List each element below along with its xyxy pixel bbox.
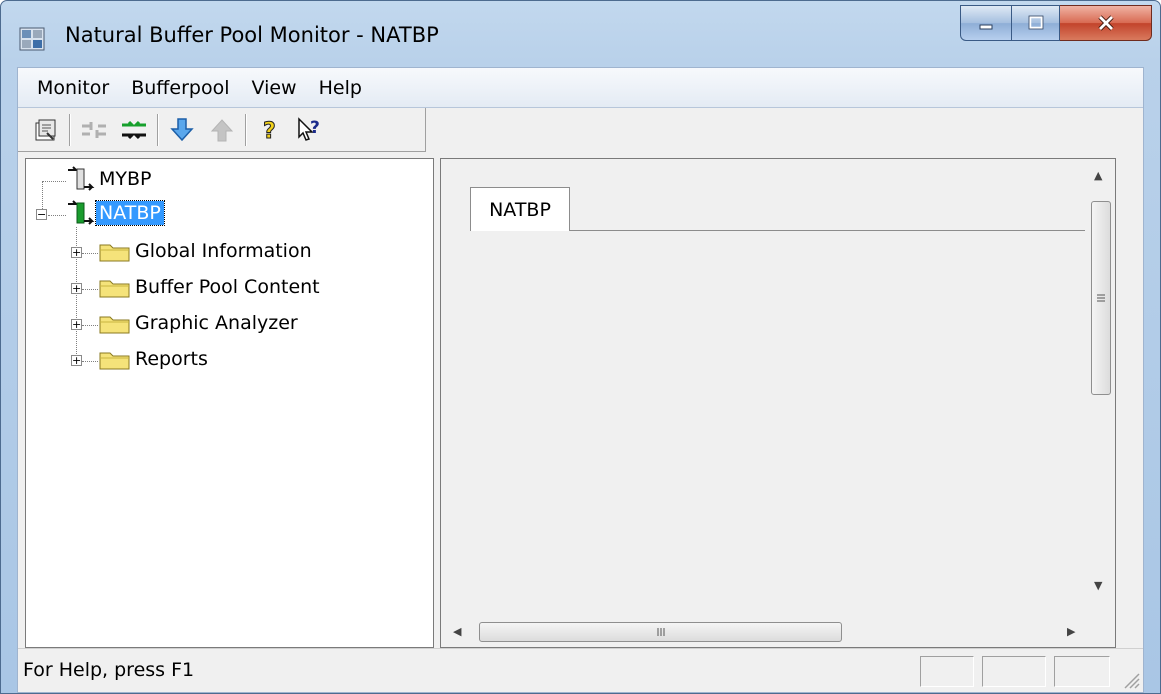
tree-node-label: Global Information: [135, 240, 312, 262]
folder-icon: [99, 280, 130, 298]
svg-text:?: ?: [310, 118, 320, 138]
menu-help[interactable]: Help: [308, 73, 373, 103]
disconnect-button[interactable]: [76, 113, 112, 147]
connect-button[interactable]: [116, 113, 152, 147]
tree-expand-button[interactable]: +: [71, 283, 82, 294]
connect-icon: [122, 120, 146, 139]
svg-text:?: ?: [263, 119, 276, 143]
status-bar: For Help, press F1: [18, 648, 1143, 692]
arrow-up-icon: [210, 118, 234, 141]
tree-connector: [82, 253, 98, 254]
minimize-icon: [979, 24, 993, 30]
bufferpool-disconnected-icon: [68, 166, 95, 191]
tree-connector: [42, 181, 66, 182]
status-panel: [982, 656, 1046, 687]
status-text: For Help, press F1: [23, 659, 195, 681]
bufferpool-connected-icon: [68, 200, 95, 225]
scroll-right-icon[interactable]: ▶: [1067, 625, 1075, 638]
arrow-down-icon: [170, 117, 194, 141]
menu-bar: Monitor Bufferpool View Help: [18, 68, 1143, 108]
client-area: Monitor Bufferpool View Help ? ? MYBP − …: [17, 67, 1144, 693]
scroll-left-icon[interactable]: ◀: [453, 625, 461, 638]
tree-node-label: Buffer Pool Content: [135, 276, 320, 298]
tree-node-label: Reports: [135, 348, 208, 370]
toolbar-separator: [245, 113, 247, 146]
toolbar-separator: [157, 113, 159, 146]
title-bar[interactable]: Natural Buffer Pool Monitor - NATBP: [1, 1, 1160, 67]
tree-expand-button[interactable]: +: [71, 355, 82, 366]
disconnect-icon: [82, 121, 106, 138]
resize-grip-icon[interactable]: [1119, 668, 1141, 690]
tree-connector: [82, 289, 98, 290]
tree-node-label: NATBP: [95, 200, 165, 226]
tree-connector: [82, 361, 98, 362]
help-button[interactable]: ?: [252, 113, 288, 147]
minimize-button[interactable]: [960, 5, 1012, 41]
move-up-button[interactable]: [204, 113, 240, 147]
tree-expand-button[interactable]: +: [71, 319, 82, 330]
tree-node-mybp[interactable]: MYBP: [66, 165, 155, 193]
scroll-up-icon[interactable]: ▲: [1094, 169, 1102, 182]
menu-bufferpool[interactable]: Bufferpool: [120, 73, 240, 103]
toolbar: ? ?: [18, 108, 426, 152]
content-pane: NATBP ▲ ▼ ◀ ▶: [440, 158, 1116, 648]
grip-lines-icon: [1097, 294, 1105, 302]
maximize-button[interactable]: [1012, 5, 1060, 41]
tree-view[interactable]: MYBP − NATBP + Global Information + Buff…: [25, 158, 434, 648]
tree-collapse-button[interactable]: −: [36, 209, 47, 220]
window-title: Natural Buffer Pool Monitor - NATBP: [65, 23, 439, 47]
horizontal-scrollbar[interactable]: ◀ ▶: [441, 617, 1087, 647]
properties-icon: [35, 119, 56, 140]
menu-view[interactable]: View: [241, 73, 308, 103]
tree-node-graphic-analyzer[interactable]: Graphic Analyzer: [98, 311, 301, 335]
app-icon: [19, 27, 45, 51]
scroll-down-icon[interactable]: ▼: [1094, 579, 1102, 592]
tree-node-buffer-pool-content[interactable]: Buffer Pool Content: [98, 275, 323, 299]
folder-icon: [99, 352, 130, 370]
status-panel: [920, 656, 974, 687]
horizontal-scroll-thumb[interactable]: [479, 622, 842, 642]
properties-button[interactable]: [28, 113, 64, 147]
close-button[interactable]: [1060, 5, 1152, 41]
tree-expand-button[interactable]: +: [71, 247, 82, 258]
tree-connector: [82, 325, 98, 326]
caption-buttons: [960, 5, 1152, 43]
tree-node-natbp[interactable]: NATBP: [66, 199, 165, 227]
tree-node-reports[interactable]: Reports: [98, 347, 211, 371]
vertical-scroll-thumb[interactable]: [1091, 201, 1111, 395]
help-icon: ?: [263, 118, 277, 143]
tab-natbp[interactable]: NATBP: [470, 187, 570, 231]
move-down-button[interactable]: [164, 113, 200, 147]
tab-divider: [569, 230, 1086, 231]
tree-connector: [48, 215, 66, 216]
grip-lines-icon: [657, 628, 664, 636]
tree-node-global-information[interactable]: Global Information: [98, 239, 315, 263]
context-help-icon: ?: [298, 116, 320, 141]
maximize-icon: [1028, 15, 1043, 30]
tree-node-label: Graphic Analyzer: [135, 312, 298, 334]
toolbar-separator: [69, 113, 71, 146]
app-window: Natural Buffer Pool Monitor - NATBP Moni…: [0, 0, 1161, 694]
folder-icon: [99, 244, 130, 262]
menu-monitor[interactable]: Monitor: [26, 73, 120, 103]
status-panel: [1054, 656, 1110, 687]
close-icon: [1097, 15, 1114, 31]
tree-node-label: MYBP: [99, 168, 152, 190]
folder-icon: [99, 316, 130, 334]
vertical-scrollbar[interactable]: ▲ ▼: [1085, 159, 1115, 617]
context-help-button[interactable]: ?: [292, 113, 328, 147]
